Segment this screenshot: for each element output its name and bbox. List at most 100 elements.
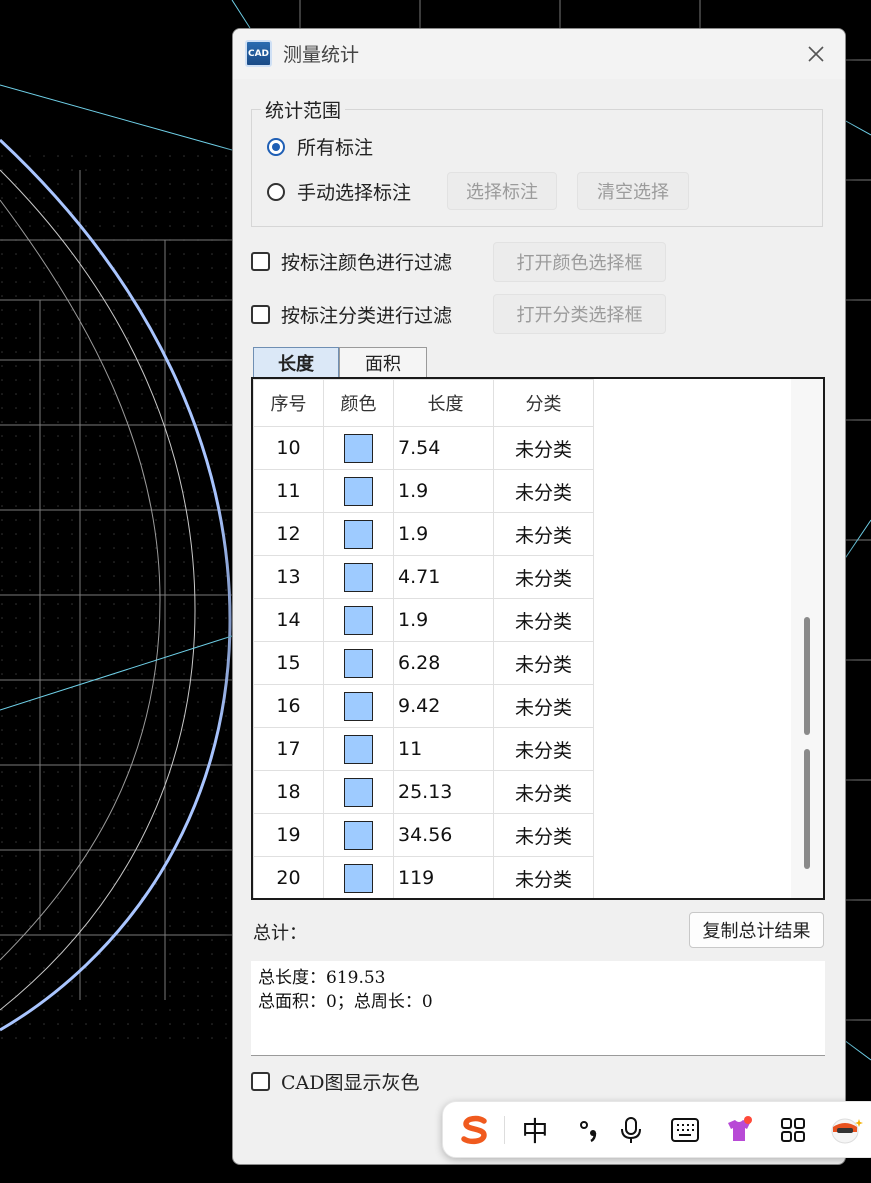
color-swatch: [344, 562, 373, 592]
radio-all-indicator[interactable]: [267, 137, 285, 156]
table-row[interactable]: 10 7.54 未分类: [253, 426, 594, 470]
tab-length[interactable]: 长度: [253, 347, 339, 377]
total-label: 总计：: [253, 923, 307, 944]
row-color[interactable]: [323, 555, 394, 599]
table-row[interactable]: 16 9.42 未分类: [253, 684, 594, 728]
color-swatch: [344, 691, 373, 721]
total-result-box[interactable]: 总长度：619.53 总面积：0；总周长：0: [251, 961, 825, 1056]
table-header-row: 序号 颜色 长度 分类: [253, 379, 594, 427]
header-index[interactable]: 序号: [253, 379, 324, 427]
row-category: 未分类: [493, 727, 594, 771]
category-filter-checkbox[interactable]: [251, 305, 270, 324]
row-index: 10: [253, 426, 324, 470]
length-table-grid: 序号 颜色 长度 分类 10 7.54 未分类 11 1.9 未分类 12 1.9 未分类 13 4…: [253, 379, 594, 898]
row-color[interactable]: [323, 684, 394, 728]
color-filter-checkbox[interactable]: [251, 252, 270, 271]
radio-all-label: 所有标注: [297, 137, 374, 159]
table-row[interactable]: 15 6.28 未分类: [253, 641, 594, 685]
color-filter-label: 按标注颜色进行过滤: [281, 252, 453, 274]
color-swatch: [344, 519, 373, 549]
row-color[interactable]: [323, 598, 394, 642]
total-length-text: 总长度：619.53: [258, 968, 386, 988]
punctuation-button[interactable]: [567, 1102, 611, 1157]
color-swatch: [344, 734, 373, 764]
row-color[interactable]: [323, 813, 394, 857]
select-annotations-button[interactable]: 选择标注: [447, 172, 557, 210]
row-length: 7.54: [393, 426, 494, 470]
dialog-title: 测量统计: [283, 44, 360, 66]
color-swatch: [344, 476, 373, 506]
row-category: 未分类: [493, 770, 594, 814]
apps-button[interactable]: [771, 1102, 815, 1157]
row-color[interactable]: [323, 512, 394, 556]
table-row[interactable]: 17 11 未分类: [253, 727, 594, 771]
table-row[interactable]: 11 1.9 未分类: [253, 469, 594, 513]
row-color[interactable]: [323, 426, 394, 470]
row-index: 19: [253, 813, 324, 857]
table-row[interactable]: 13 4.71 未分类: [253, 555, 594, 599]
scrollbar-thumb-lower[interactable]: [804, 749, 810, 869]
row-index: 15: [253, 641, 324, 685]
close-button[interactable]: [799, 39, 833, 69]
tab-area[interactable]: 面积: [339, 347, 427, 377]
category-filter-checkbox-row[interactable]: 按标注分类进行过滤: [251, 301, 452, 328]
row-color[interactable]: [323, 856, 394, 898]
row-index: 12: [253, 512, 324, 556]
row-index: 14: [253, 598, 324, 642]
row-category: 未分类: [493, 684, 594, 728]
copy-total-button[interactable]: 复制总计结果: [689, 912, 824, 948]
radio-all-annotations[interactable]: 所有标注: [267, 133, 373, 160]
sogou-logo-icon: [461, 1115, 487, 1144]
header-color[interactable]: 颜色: [323, 379, 394, 427]
row-length: 1.9: [393, 469, 494, 513]
color-swatch: [344, 605, 373, 635]
row-category: 未分类: [493, 555, 594, 599]
scrollbar-thumb-upper[interactable]: [804, 617, 810, 735]
chinese-mode-toggle[interactable]: 中: [513, 1102, 557, 1157]
assistant-button[interactable]: [825, 1102, 869, 1157]
color-filter-checkbox-row[interactable]: 按标注颜色进行过滤: [251, 248, 452, 275]
radio-manual-select[interactable]: 手动选择标注: [267, 178, 411, 205]
table-row[interactable]: 18 25.13 未分类: [253, 770, 594, 814]
open-color-dialog-button[interactable]: 打开颜色选择框: [493, 242, 666, 282]
header-length[interactable]: 长度: [393, 379, 494, 427]
color-swatch: [344, 777, 373, 807]
row-length: 25.13: [393, 770, 494, 814]
row-category: 未分类: [493, 426, 594, 470]
apps-grid-icon: [781, 1117, 805, 1142]
gray-display-checkbox-row[interactable]: CAD图显示灰色: [251, 1068, 420, 1095]
clear-selection-button[interactable]: 清空选择: [577, 172, 689, 210]
soft-keyboard-button[interactable]: [663, 1102, 707, 1157]
length-table[interactable]: 序号 颜色 长度 分类 10 7.54 未分类 11 1.9 未分类 12 1.9 未分类 13 4…: [251, 377, 825, 900]
row-color[interactable]: [323, 727, 394, 771]
gray-display-checkbox[interactable]: [251, 1072, 270, 1091]
ime-toolbar: 中: [442, 1101, 871, 1158]
row-category: 未分类: [493, 469, 594, 513]
table-row[interactable]: 14 1.9 未分类: [253, 598, 594, 642]
skin-button[interactable]: [717, 1102, 761, 1157]
row-index: 20: [253, 856, 324, 898]
table-row[interactable]: 20 119 未分类: [253, 856, 594, 898]
gray-display-label: CAD图显示灰色: [281, 1072, 420, 1094]
scope-group-title: 统计范围: [261, 96, 346, 123]
radio-manual-indicator[interactable]: [267, 182, 285, 201]
row-color[interactable]: [323, 469, 394, 513]
row-color[interactable]: [323, 770, 394, 814]
header-category[interactable]: 分类: [493, 379, 594, 427]
row-index: 16: [253, 684, 324, 728]
row-color[interactable]: [323, 641, 394, 685]
color-swatch: [344, 648, 373, 678]
sogou-logo-button[interactable]: [453, 1102, 497, 1157]
color-swatch: [344, 820, 373, 850]
voice-input-button[interactable]: [609, 1102, 653, 1157]
table-row[interactable]: 19 34.56 未分类: [253, 813, 594, 857]
microphone-icon: [621, 1116, 641, 1143]
row-index: 18: [253, 770, 324, 814]
open-category-dialog-button[interactable]: 打开分类选择框: [493, 294, 666, 334]
measurement-statistics-dialog: CAD 测量统计 统计范围 所有标注 手动选择标注 选择标注 清空选择 按标注颜…: [232, 28, 846, 1165]
title-bar[interactable]: CAD 测量统计: [233, 29, 845, 79]
row-length: 119: [393, 856, 494, 898]
category-filter-label: 按标注分类进行过滤: [281, 305, 453, 327]
table-row[interactable]: 12 1.9 未分类: [253, 512, 594, 556]
color-swatch: [344, 863, 373, 893]
